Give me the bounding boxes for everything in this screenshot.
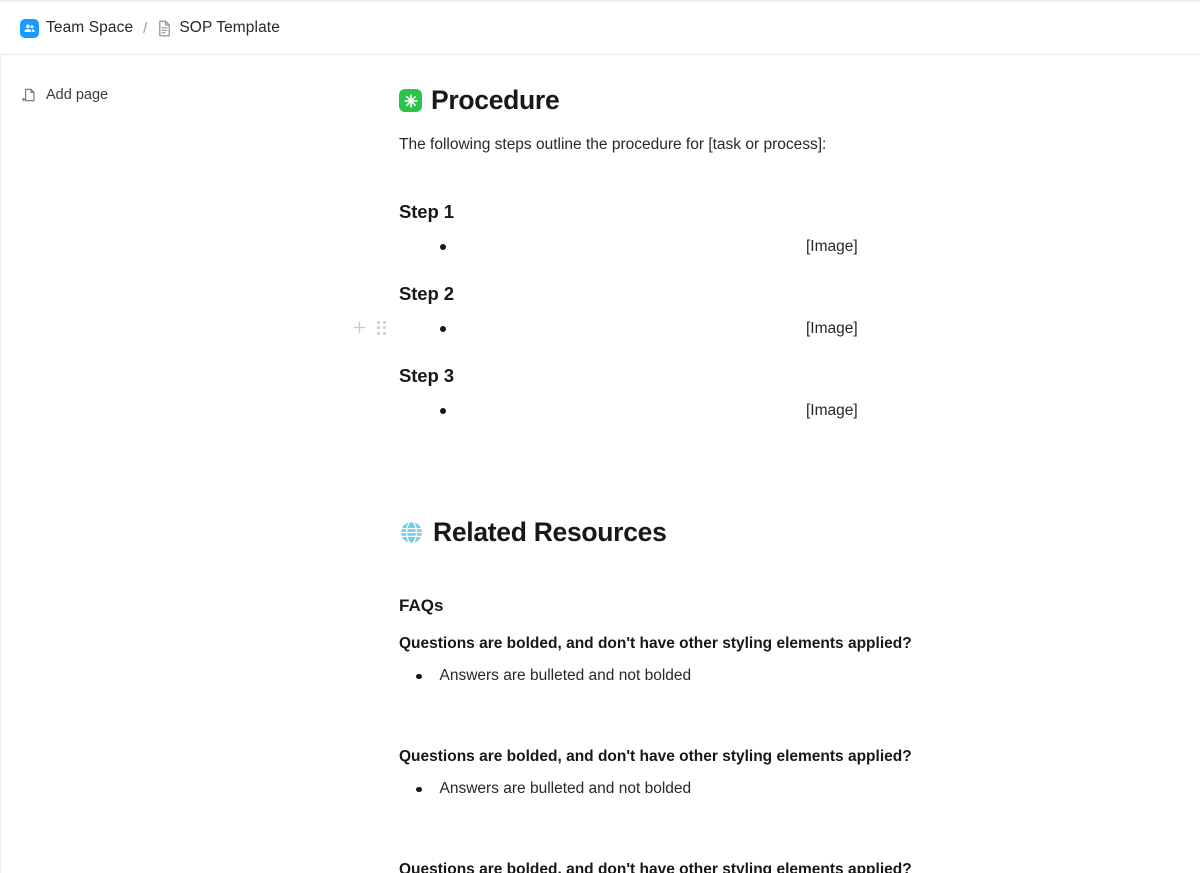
- image-placeholder: [Image]: [806, 238, 858, 256]
- faq-question: Questions are bolded, and don't have oth…: [399, 860, 912, 873]
- bullet-point: [440, 244, 446, 251]
- step-bullet-row[interactable]: [Image]: [399, 236, 1019, 258]
- related-resources-heading: Related Resources: [399, 517, 1019, 549]
- breadcrumb-bar: Team Space / SOP Template: [0, 2, 1200, 55]
- breadcrumb-item-label: Team Space: [46, 19, 134, 36]
- procedure-title: Procedure: [431, 85, 560, 115]
- step-heading: Step 1: [399, 201, 454, 223]
- bullet-point: [440, 408, 446, 415]
- step-heading: Step 2: [399, 283, 454, 305]
- procedure-heading: Procedure: [399, 85, 1019, 117]
- breadcrumb-item-team-space[interactable]: Team Space: [20, 18, 134, 38]
- drag-handle-icon[interactable]: [376, 320, 387, 335]
- faq-answer: Answers are bulleted and not bolded: [439, 780, 692, 798]
- faq-item: Questions are bolded, and don't have oth…: [399, 859, 1019, 873]
- document-content: Procedure The following steps outline th…: [353, 55, 1200, 873]
- breadcrumb-item-label: SOP Template: [179, 19, 280, 36]
- sidebar: Add page: [0, 55, 370, 873]
- team-space-icon: [20, 18, 39, 38]
- breadcrumb-separator: /: [143, 19, 148, 37]
- image-placeholder: [Image]: [806, 320, 858, 338]
- breadcrumb: Team Space / SOP Template: [20, 18, 280, 38]
- faq-item: Questions are bolded, and don't have oth…: [399, 746, 1019, 801]
- bullet-point: [416, 786, 422, 793]
- image-placeholder: [Image]: [806, 402, 858, 420]
- block-controls: [352, 320, 387, 335]
- faq-question: Questions are bolded, and don't have oth…: [399, 634, 912, 652]
- related-resources-title: Related Resources: [433, 517, 667, 548]
- step-bullet-row-hovered[interactable]: [Image]: [353, 318, 1019, 340]
- add-block-icon[interactable]: [352, 320, 367, 335]
- faq-answer-row: Answers are bulleted and not bolded: [399, 778, 1019, 800]
- procedure-intro: The following steps outline the procedur…: [399, 135, 827, 153]
- document-icon: [157, 20, 172, 37]
- breadcrumb-item-sop-template[interactable]: SOP Template: [157, 19, 280, 37]
- add-page-label: Add page: [46, 87, 109, 103]
- globe-icon: [399, 520, 424, 545]
- faq-answer-row: Answers are bulleted and not bolded: [399, 665, 1019, 687]
- step-heading: Step 3: [399, 365, 454, 387]
- faq-question: Questions are bolded, and don't have oth…: [399, 747, 912, 765]
- add-page-icon: [21, 87, 37, 103]
- add-page-button[interactable]: Add page: [21, 87, 108, 103]
- faq-item: Questions are bolded, and don't have oth…: [399, 633, 1019, 688]
- step-bullet-row[interactable]: [Image]: [399, 400, 1019, 422]
- bullet-point: [416, 673, 422, 680]
- bullet-point: [440, 326, 446, 333]
- eight-spoked-asterisk-icon: [399, 89, 422, 113]
- faqs-heading: FAQs: [399, 595, 444, 615]
- page-body: Add page Procedure The following steps o…: [0, 55, 1200, 873]
- faq-answer: Answers are bulleted and not bolded: [439, 667, 692, 685]
